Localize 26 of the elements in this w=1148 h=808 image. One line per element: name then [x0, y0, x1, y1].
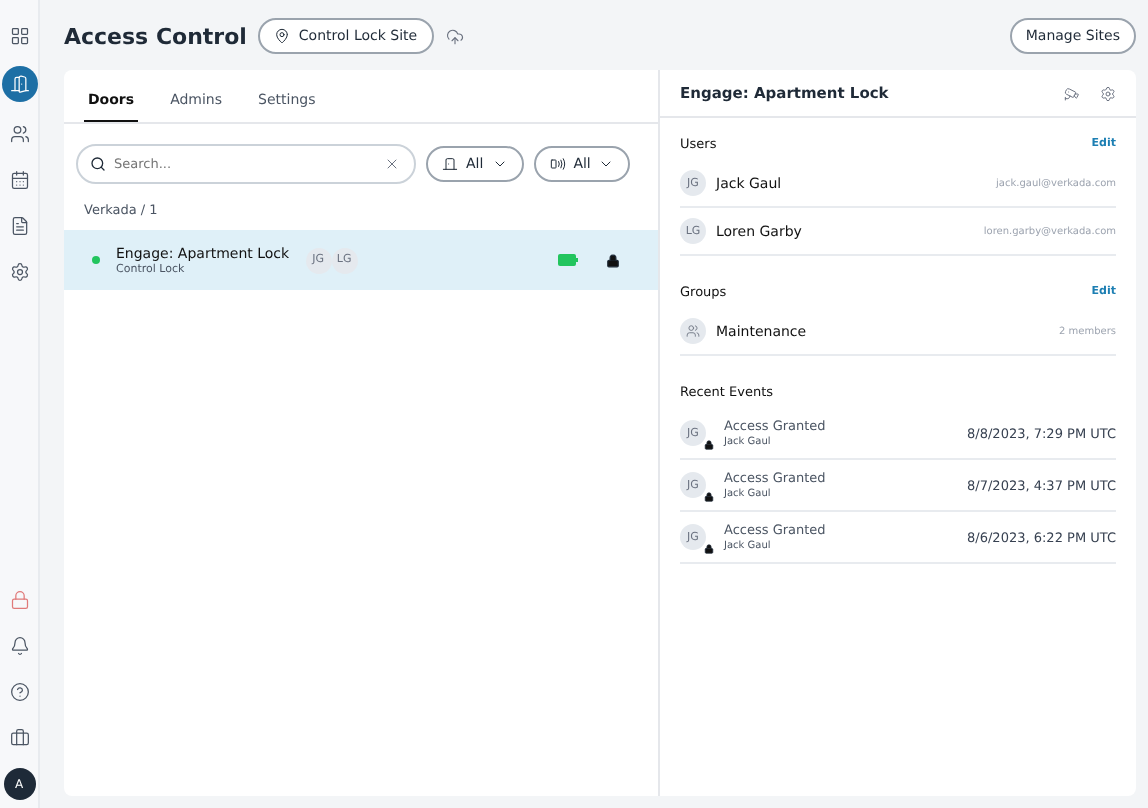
- chevron-icon: [598, 156, 615, 172]
- door-button[interactable]: [1, 66, 37, 102]
- chevron-icon: [491, 156, 508, 172]
- search-icon: [90, 156, 106, 172]
- settings-icon: [9, 261, 29, 281]
- group-avatar: [680, 318, 706, 344]
- door-icon: [9, 74, 29, 94]
- settings-icon[interactable]: [1100, 85, 1116, 101]
- lock-icon: [704, 544, 714, 554]
- close-icon[interactable]: [384, 156, 400, 172]
- door-icon: [442, 156, 458, 172]
- report-icon: [9, 215, 29, 235]
- lock-icon: [704, 492, 714, 502]
- cloud-icon[interactable]: [445, 27, 464, 45]
- briefcase-icon: [9, 727, 29, 747]
- bell-icon: [9, 635, 29, 655]
- device-icon: [549, 156, 566, 172]
- pin-icon: [274, 28, 291, 44]
- apps-icon: [9, 25, 29, 45]
- camera-icon[interactable]: [1064, 85, 1080, 101]
- help-icon: [9, 681, 29, 701]
- people-icon: [9, 123, 29, 143]
- calendar-icon: [9, 169, 29, 189]
- page-title: Access Control: [64, 23, 247, 49]
- lock-icon: [9, 589, 29, 609]
- lock-icon: [704, 440, 714, 450]
